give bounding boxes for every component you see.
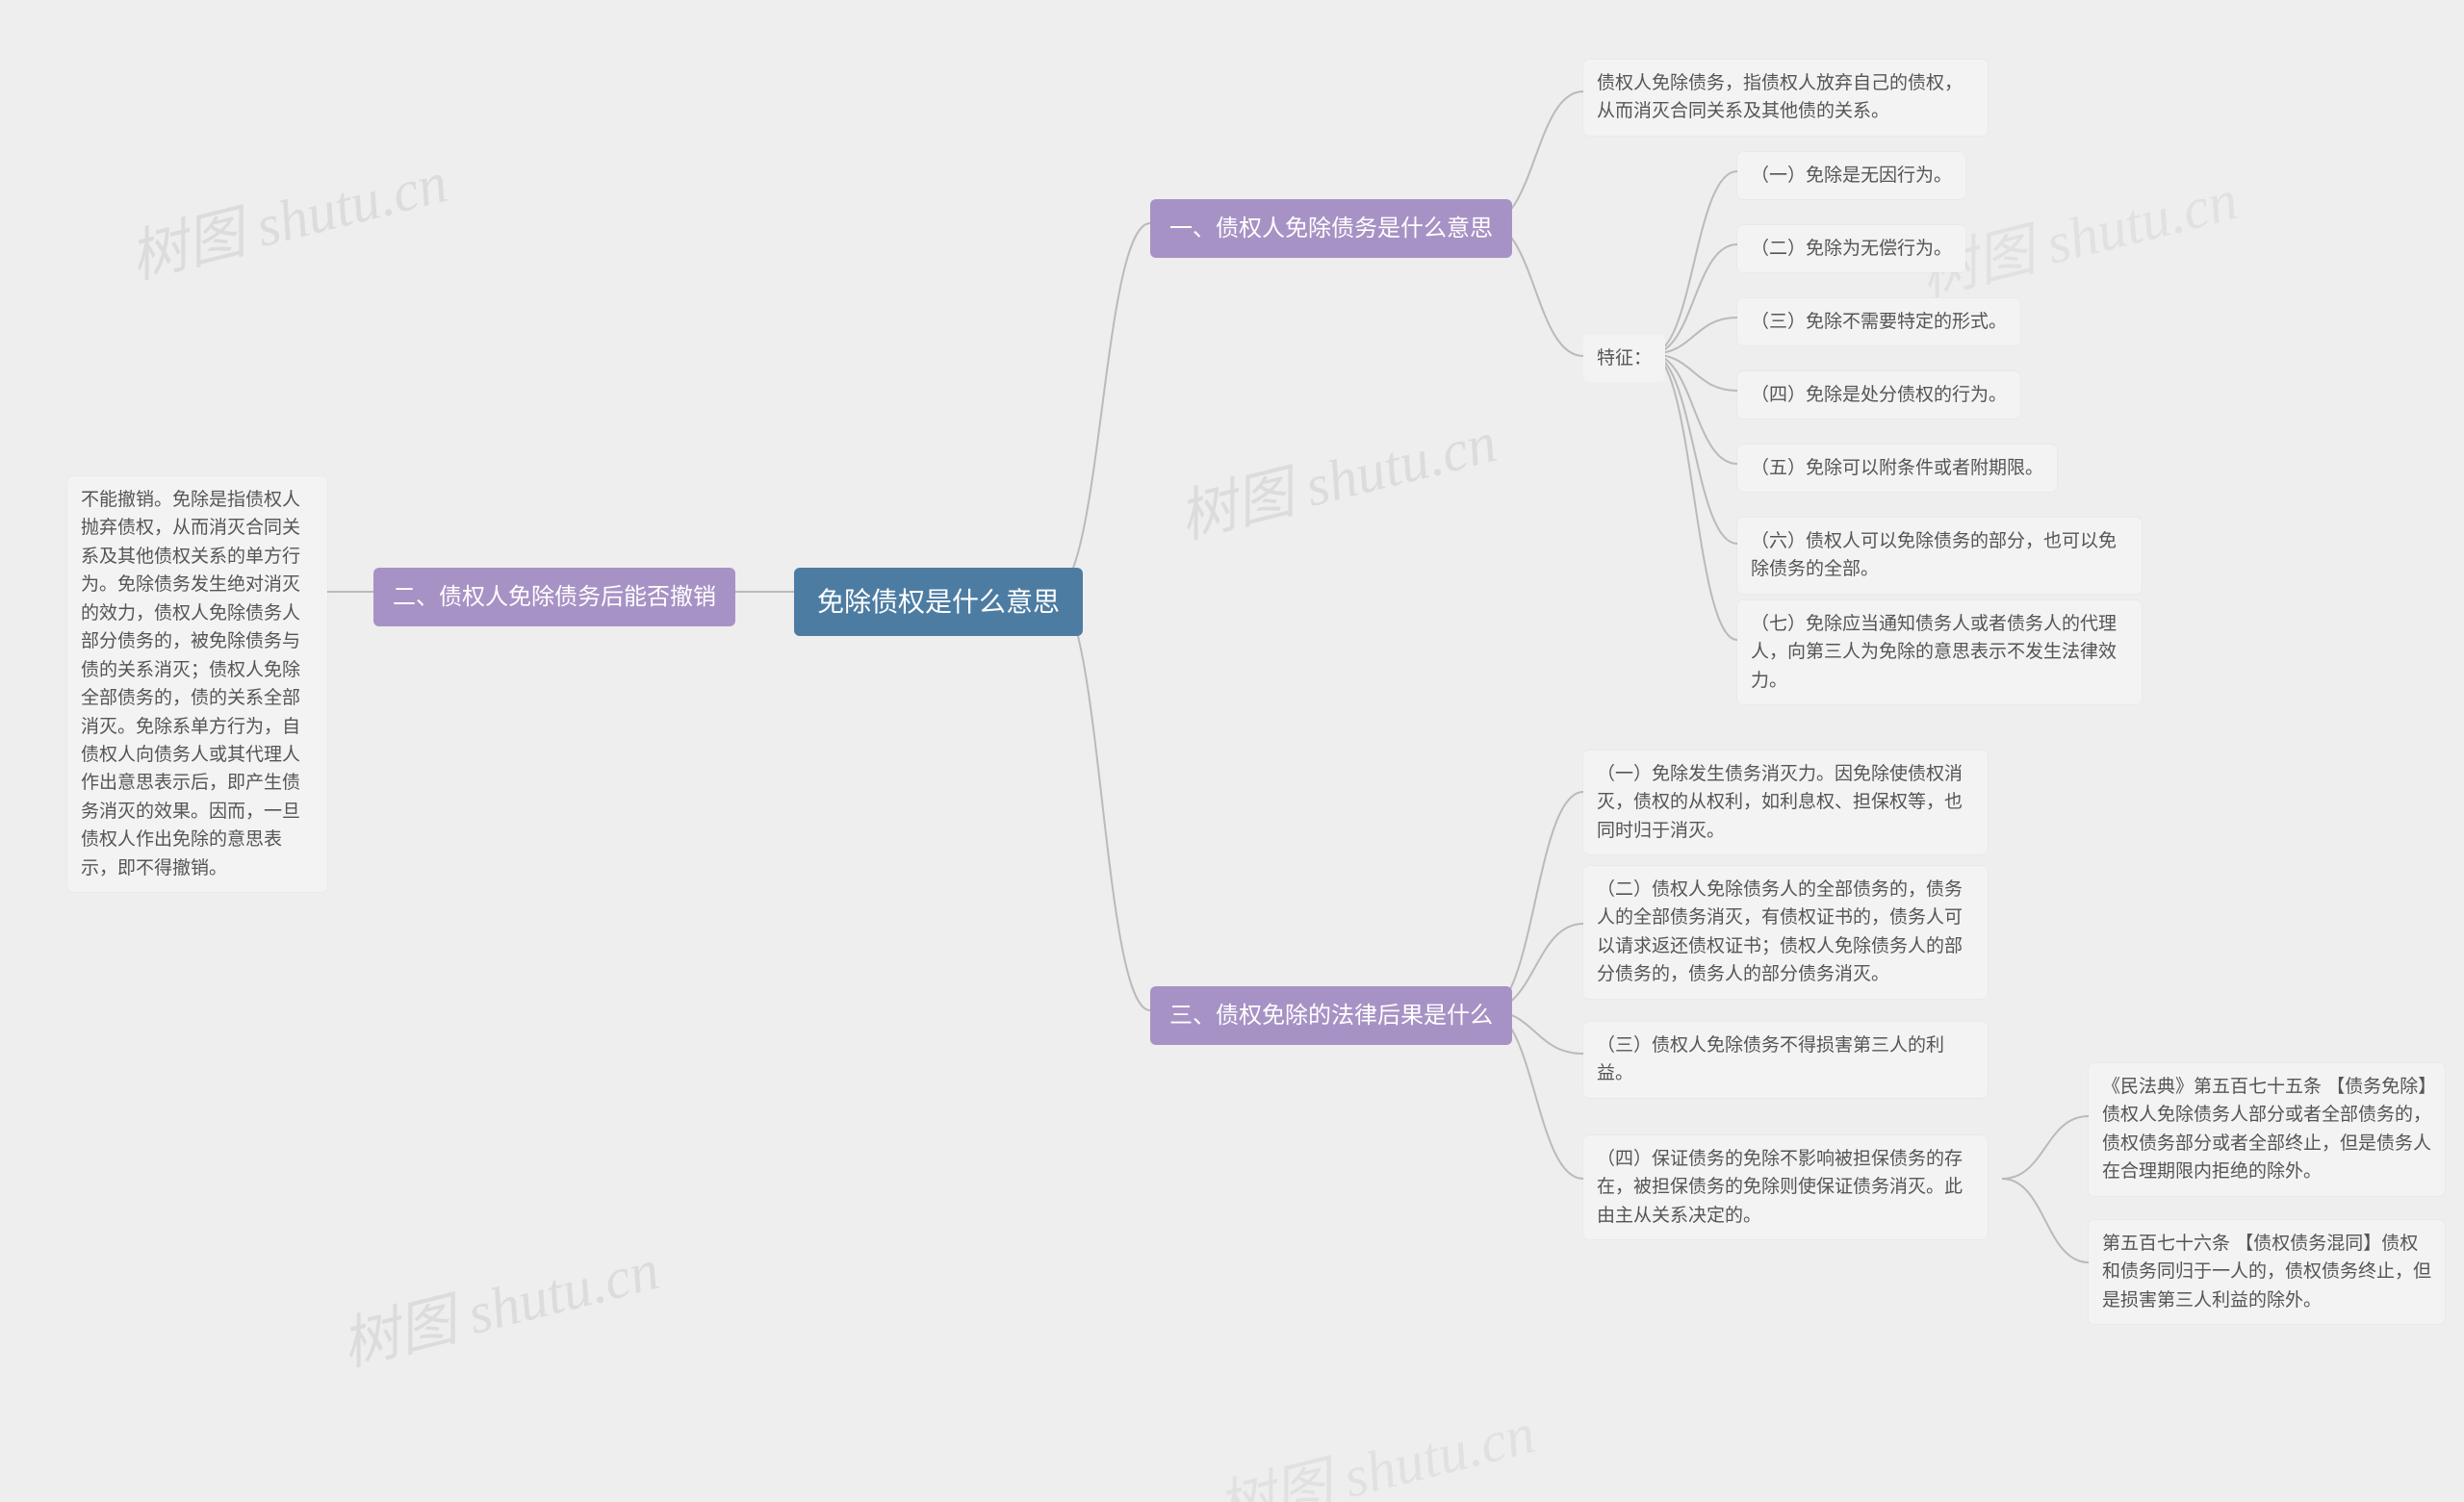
consequence-2[interactable]: （二）债权人免除债务人的全部债务的，债务人的全部债务消灭，有债权证书的，债务人可…	[1583, 866, 1988, 999]
feature-3[interactable]: （三）免除不需要特定的形式。	[1737, 298, 2020, 345]
branch-2-text-content: 不能撤销。免除是指债权人抛弃债权，从而消灭合同关系及其他债权关系的单方行为。免除…	[81, 490, 300, 878]
consequence-4-text: （四）保证债务的免除不影响被担保债务的存在，被担保债务的免除则使保证债务消灭。此…	[1597, 1149, 1963, 1226]
branch-3[interactable]: 三、债权免除的法律后果是什么	[1150, 986, 1512, 1045]
consequence-3-text: （三）债权人免除债务不得损害第三人的利益。	[1597, 1035, 1944, 1083]
consequence-3[interactable]: （三）债权人免除债务不得损害第三人的利益。	[1583, 1022, 1988, 1098]
feature-7[interactable]: （七）免除应当通知债务人或者债务人的代理人，向第三人为免除的意思表示不发生法律效…	[1737, 600, 2142, 704]
consequence-1[interactable]: （一）免除发生债务消灭力。因免除使债权消灭，债权的从权利，如利息权、担保权等，也…	[1583, 751, 1988, 854]
feature-1[interactable]: （一）免除是无因行为。	[1737, 152, 1965, 199]
branch-1-definition[interactable]: 债权人免除债务，指债权人放弃自己的债权，从而消灭合同关系及其他债的关系。	[1583, 60, 1988, 136]
watermark: 树图 shutu.cn	[1207, 1387, 1542, 1502]
branch-2-label: 二、债权人免除债务后能否撤销	[393, 584, 716, 610]
feature-6-text: （六）债权人可以免除债务的部分，也可以免除债务的全部。	[1751, 531, 2117, 579]
branch-1[interactable]: 一、债权人免除债务是什么意思	[1150, 199, 1512, 258]
feature-2[interactable]: （二）免除为无偿行为。	[1737, 225, 1965, 272]
feature-3-text: （三）免除不需要特定的形式。	[1751, 312, 2007, 332]
watermark: 树图 shutu.cn	[119, 136, 454, 295]
law-2[interactable]: 第五百七十六条 【债权债务混同】债权和债务同归于一人的，债权债务终止，但是损害第…	[2089, 1220, 2445, 1324]
consequence-4[interactable]: （四）保证债务的免除不影响被担保债务的存在，被担保债务的免除则使保证债务消灭。此…	[1583, 1135, 1988, 1239]
watermark: 树图 shutu.cn	[331, 1223, 666, 1383]
feature-7-text: （七）免除应当通知债务人或者债务人的代理人，向第三人为免除的意思表示不发生法律效…	[1751, 614, 2117, 691]
watermark: 树图 shutu.cn	[1168, 395, 1503, 555]
consequence-1-text: （一）免除发生债务消灭力。因免除使债权消灭，债权的从权利，如利息权、担保权等，也…	[1597, 764, 1963, 841]
root-node[interactable]: 免除债权是什么意思	[794, 568, 1083, 636]
feature-2-text: （二）免除为无偿行为。	[1751, 239, 1952, 259]
branch-1-features-label[interactable]: 特征：	[1583, 335, 1665, 382]
branch-2[interactable]: 二、债权人免除债务后能否撤销	[373, 568, 735, 626]
branch-2-text[interactable]: 不能撤销。免除是指债权人抛弃债权，从而消灭合同关系及其他债权关系的单方行为。免除…	[67, 476, 327, 892]
consequence-2-text: （二）债权人免除债务人的全部债务的，债务人的全部债务消灭，有债权证书的，债务人可…	[1597, 879, 1963, 984]
branch-1-features-label-text: 特征：	[1597, 348, 1652, 369]
feature-5[interactable]: （五）免除可以附条件或者附期限。	[1737, 445, 2057, 492]
feature-5-text: （五）免除可以附条件或者附期限。	[1751, 458, 2043, 478]
law-2-text: 第五百七十六条 【债权债务混同】债权和债务同归于一人的，债权债务终止，但是损害第…	[2102, 1234, 2431, 1311]
law-1[interactable]: 《民法典》第五百七十五条 【债务免除】债权人免除债务人部分或者全部债务的，债权债…	[2089, 1063, 2445, 1196]
branch-1-definition-text: 债权人免除债务，指债权人放弃自己的债权，从而消灭合同关系及其他债的关系。	[1597, 73, 1963, 121]
feature-1-text: （一）免除是无因行为。	[1751, 165, 1952, 186]
feature-4-text: （四）免除是处分债权的行为。	[1751, 385, 2007, 405]
law-1-text: 《民法典》第五百七十五条 【债务免除】债权人免除债务人部分或者全部债务的，债权债…	[2102, 1077, 2431, 1182]
branch-3-label: 三、债权免除的法律后果是什么	[1169, 1003, 1493, 1029]
feature-6[interactable]: （六）债权人可以免除债务的部分，也可以免除债务的全部。	[1737, 518, 2142, 594]
feature-4[interactable]: （四）免除是处分债权的行为。	[1737, 371, 2020, 419]
root-label: 免除债权是什么意思	[817, 587, 1060, 617]
branch-1-label: 一、债权人免除债务是什么意思	[1169, 216, 1493, 242]
